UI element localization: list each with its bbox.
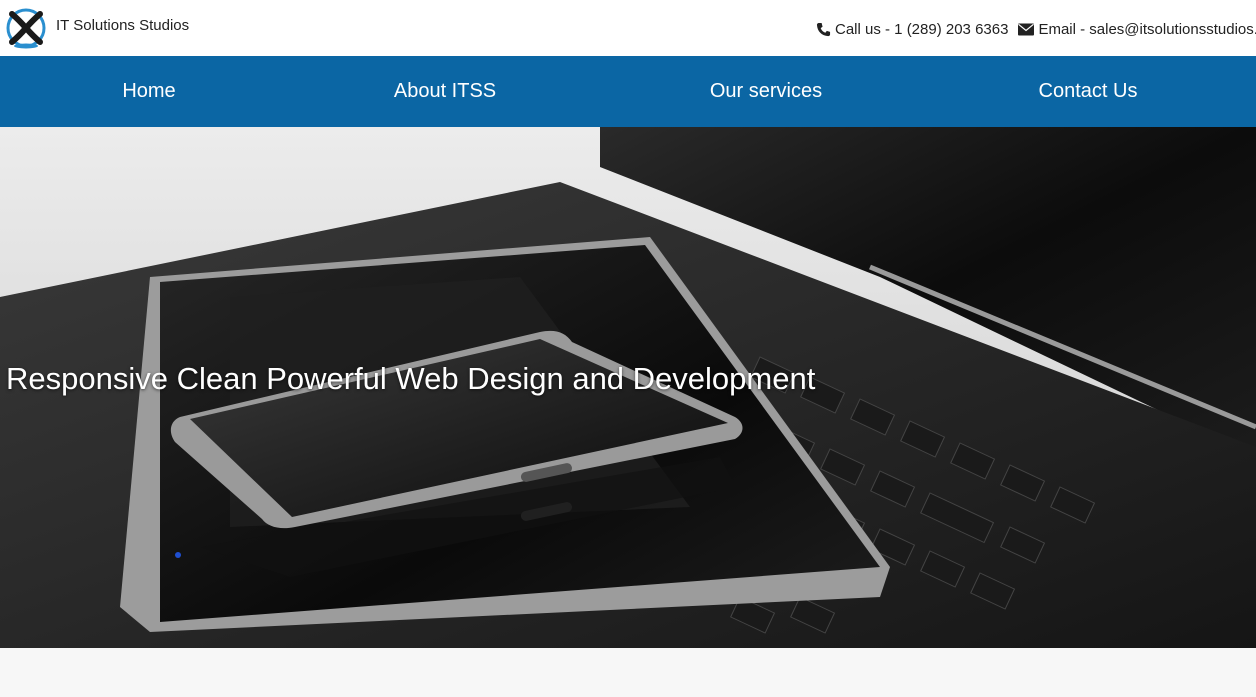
top-header: IT Solutions Studios Call us - 1 (289) 2… bbox=[0, 0, 1256, 56]
nav-item-services[interactable]: Our services bbox=[646, 56, 886, 127]
company-logo[interactable] bbox=[6, 6, 46, 50]
phone-text: Call us - 1 (289) 203 6363 bbox=[835, 20, 1009, 38]
nav-item-about[interactable]: About ITSS bbox=[325, 56, 565, 127]
main-nav: Home About ITSS Our services Contact Us bbox=[0, 56, 1256, 127]
contact-info: Call us - 1 (289) 203 6363 Email - sales… bbox=[816, 19, 1256, 39]
brand-name: IT Solutions Studios bbox=[56, 17, 190, 34]
page-content-area bbox=[0, 648, 1256, 697]
nav-item-contact[interactable]: Contact Us bbox=[968, 56, 1208, 127]
nav-item-home[interactable]: Home bbox=[29, 56, 269, 127]
envelope-icon bbox=[1018, 23, 1035, 35]
email-text: Email - sales@itsolutionsstudios.ca bbox=[1038, 20, 1256, 38]
phone-contact[interactable]: Call us - 1 (289) 203 6363 bbox=[816, 21, 1008, 38]
hero-banner: Responsive Clean Powerful Web Design and… bbox=[0, 127, 1256, 648]
email-contact[interactable]: Email - sales@itsolutionsstudios.ca bbox=[1018, 21, 1256, 38]
hero-title: Responsive Clean Powerful Web Design and… bbox=[6, 361, 816, 396]
phone-icon bbox=[816, 22, 831, 36]
